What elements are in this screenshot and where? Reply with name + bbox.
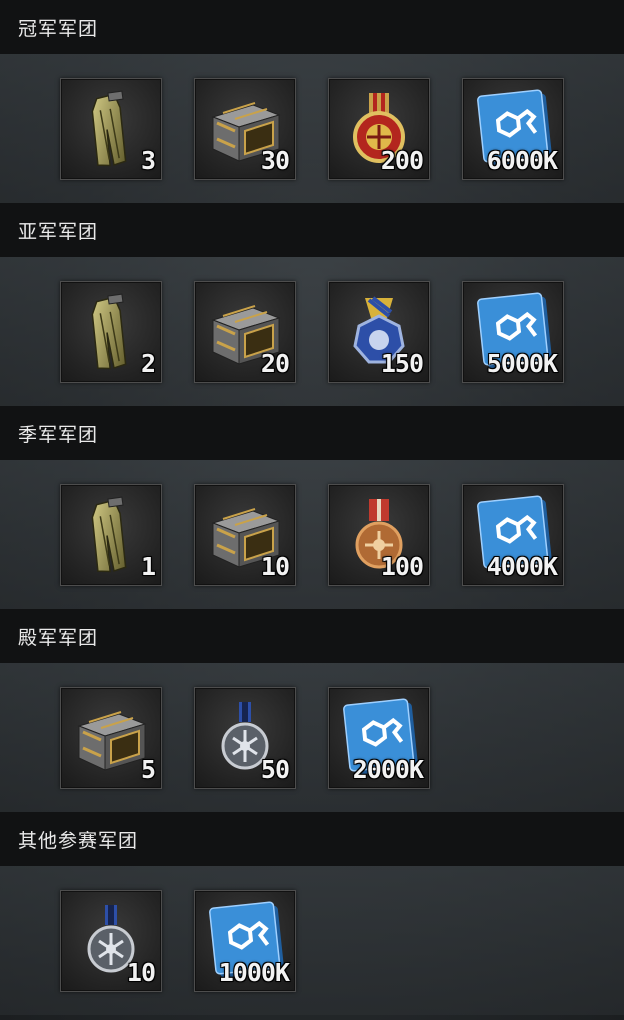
reward-slot[interactable]: 1000K bbox=[194, 889, 296, 992]
reward-slot[interactable]: 150 bbox=[328, 280, 430, 383]
reward-row: 10 1000K bbox=[0, 866, 624, 1015]
reward-section: 冠军军团 3 30 200 6000K bbox=[0, 0, 624, 203]
reward-row: 5 50 2000K bbox=[0, 663, 624, 812]
reward-slot[interactable]: 6000K bbox=[462, 77, 564, 180]
reward-count: 30 bbox=[260, 145, 290, 175]
reward-slot[interactable]: 200 bbox=[328, 77, 430, 180]
reward-count: 4000K bbox=[486, 551, 558, 581]
reward-section: 亚军军团 2 20 150 5000K bbox=[0, 203, 624, 406]
reward-slot[interactable]: 3 bbox=[60, 77, 162, 180]
reward-count: 1000K bbox=[218, 957, 290, 987]
reward-slot[interactable]: 10 bbox=[60, 889, 162, 992]
reward-section: 殿军军团 5 50 2000K bbox=[0, 609, 624, 812]
reward-count: 6000K bbox=[486, 145, 558, 175]
reward-slot[interactable]: 10 bbox=[194, 483, 296, 586]
reward-slot[interactable]: 5 bbox=[60, 686, 162, 789]
reward-slot[interactable]: 1 bbox=[60, 483, 162, 586]
reward-count: 5000K bbox=[486, 348, 558, 378]
reward-slot[interactable]: 30 bbox=[194, 77, 296, 180]
reward-count: 100 bbox=[380, 551, 424, 581]
reward-count: 1 bbox=[140, 551, 156, 581]
reward-count: 20 bbox=[260, 348, 290, 378]
section-title: 季军军团 bbox=[0, 406, 624, 460]
reward-row: 1 10 100 4000K bbox=[0, 460, 624, 609]
reward-row: 3 30 200 6000K bbox=[0, 54, 624, 203]
reward-count: 5 bbox=[140, 754, 156, 784]
reward-slot[interactable]: 2000K bbox=[328, 686, 430, 789]
reward-count: 2000K bbox=[352, 754, 424, 784]
reward-count: 200 bbox=[380, 145, 424, 175]
reward-slot[interactable]: 100 bbox=[328, 483, 430, 586]
reward-count: 3 bbox=[140, 145, 156, 175]
reward-slot[interactable]: 50 bbox=[194, 686, 296, 789]
reward-count: 50 bbox=[260, 754, 290, 784]
reward-count: 10 bbox=[126, 957, 156, 987]
reward-row: 2 20 150 5000K bbox=[0, 257, 624, 406]
reward-slot[interactable]: 4000K bbox=[462, 483, 564, 586]
reward-count: 2 bbox=[140, 348, 156, 378]
reward-section: 其他参赛军团 10 1000K bbox=[0, 812, 624, 1015]
section-title: 亚军军团 bbox=[0, 203, 624, 257]
section-title: 冠军军团 bbox=[0, 0, 624, 54]
section-title: 其他参赛军团 bbox=[0, 812, 624, 866]
reward-section: 季军军团 1 10 100 4000K bbox=[0, 406, 624, 609]
reward-count: 150 bbox=[380, 348, 424, 378]
rewards-panel: 冠军军团 3 30 200 6000K 亚军军团 2 20 150 5000K … bbox=[0, 0, 624, 1015]
reward-slot[interactable]: 5000K bbox=[462, 280, 564, 383]
reward-count: 10 bbox=[260, 551, 290, 581]
reward-slot[interactable]: 20 bbox=[194, 280, 296, 383]
reward-slot[interactable]: 2 bbox=[60, 280, 162, 383]
section-title: 殿军军团 bbox=[0, 609, 624, 663]
